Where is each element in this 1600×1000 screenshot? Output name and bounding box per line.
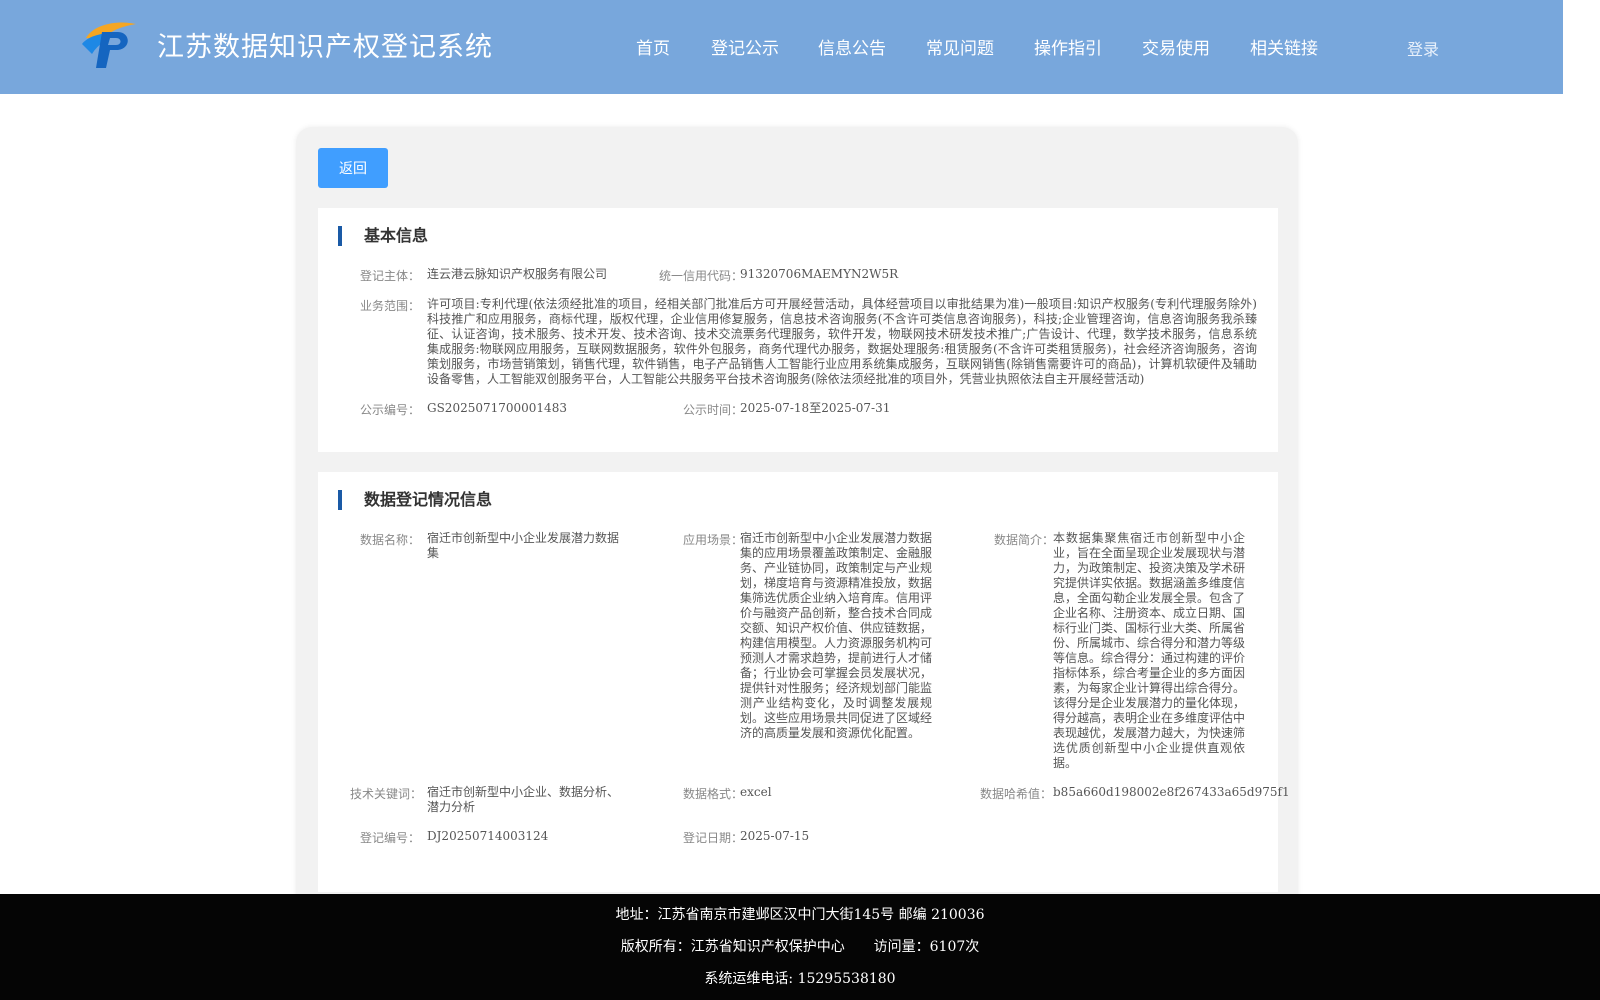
nav-item-info-announcement[interactable]: 信息公告: [818, 34, 886, 59]
nav-item-trade[interactable]: 交易使用: [1142, 34, 1210, 59]
business-scope-label: 业务范围：: [359, 299, 420, 313]
registration-info-title: 数据登记情况信息: [338, 490, 492, 510]
data-format-value: excel: [740, 785, 772, 799]
data-intro-value: 本数据集聚焦宿迁市创新型中小企业，旨在全面呈现企业发展现状与潜力，为政策制定、投…: [1053, 531, 1246, 770]
top-header: 江苏数据知识产权登记系统 首页 登记公示 信息公告 常见问题 操作指引 交易使用…: [0, 0, 1563, 94]
nav-item-registration-notice[interactable]: 登记公示: [711, 34, 779, 59]
login-link[interactable]: 登录: [1407, 36, 1439, 60]
footer-copyright-row: 版权所有：江苏省知识产权保护中心 访问量：6107次: [0, 936, 1600, 956]
footer-phone: 系统运维电话: 15295538180: [704, 971, 896, 987]
subject-label: 登记主体：: [359, 269, 420, 283]
scrollbar[interactable]: [1563, 0, 1600, 1000]
data-format-label: 数据格式：: [682, 787, 743, 801]
basic-info-title: 基本信息: [338, 226, 428, 246]
publication-time-label: 公示时间：: [682, 403, 743, 417]
registration-number-label: 登记编号：: [359, 831, 420, 845]
site-footer: 地址：江苏省南京市建邺区汉中门大街145号 邮编 210036 版权所有：江苏省…: [0, 894, 1600, 1000]
nav-item-faq[interactable]: 常见问题: [926, 34, 994, 59]
tech-keywords-label: 技术关键词：: [349, 787, 422, 801]
footer-address: 地址：江苏省南京市建邺区汉中门大街145号 邮编 210036: [615, 907, 985, 923]
data-name-label: 数据名称：: [359, 533, 420, 547]
publication-number-label: 公示编号：: [359, 403, 420, 417]
tech-keywords-value: 宿迁市创新型中小企业、数据分析、潜力分析: [427, 785, 620, 814]
footer-visits: 访问量：6107次: [873, 939, 980, 955]
publication-time-value: 2025-07-18至2025-07-31: [740, 401, 891, 415]
nav-item-guide[interactable]: 操作指引: [1034, 34, 1102, 59]
basic-info-card: 基本信息 登记主体： 连云港云脉知识产权服务有限公司 统一信用代码： 91320…: [318, 208, 1278, 452]
data-intro-label: 数据简介：: [993, 533, 1054, 547]
data-name-value: 宿迁市创新型中小企业发展潜力数据集: [427, 531, 620, 560]
nav-item-links[interactable]: 相关链接: [1250, 34, 1318, 59]
nav-item-home[interactable]: 首页: [636, 34, 670, 59]
data-hash-value: b85a660d198002e8f267433a65d975f1: [1053, 785, 1290, 799]
back-button[interactable]: 返回: [318, 148, 388, 188]
site-title: 江苏数据知识产权登记系统: [157, 32, 493, 63]
credit-code-label: 统一信用代码：: [658, 269, 743, 283]
business-scope-value: 许可项目:专利代理(依法须经批准的项目，经相关部门批准后方可开展经营活动，具体经…: [427, 297, 1257, 386]
registration-number-value: DJ20250714003124: [427, 829, 549, 843]
registration-info-card: 数据登记情况信息 数据名称： 宿迁市创新型中小企业发展潜力数据集 应用场景： 宿…: [318, 472, 1290, 892]
credit-code-value: 91320706MAEMYN2W5R: [740, 267, 899, 281]
application-scene-label: 应用场景：: [682, 533, 743, 547]
subject-value: 连云港云脉知识产权服务有限公司: [427, 267, 608, 281]
registration-date-value: 2025-07-15: [740, 829, 810, 843]
publication-number-value: GS2025071700001483: [427, 401, 567, 415]
application-scene-value: 宿迁市创新型中小企业发展潜力数据集的应用场景覆盖政策制定、金融服务、产业链协同，…: [740, 531, 933, 740]
data-hash-label: 数据哈希值：: [979, 787, 1052, 801]
registration-date-label: 登记日期：: [682, 831, 743, 845]
footer-copyright: 版权所有：江苏省知识产权保护中心: [620, 939, 845, 955]
site-logo-icon: [82, 22, 136, 68]
